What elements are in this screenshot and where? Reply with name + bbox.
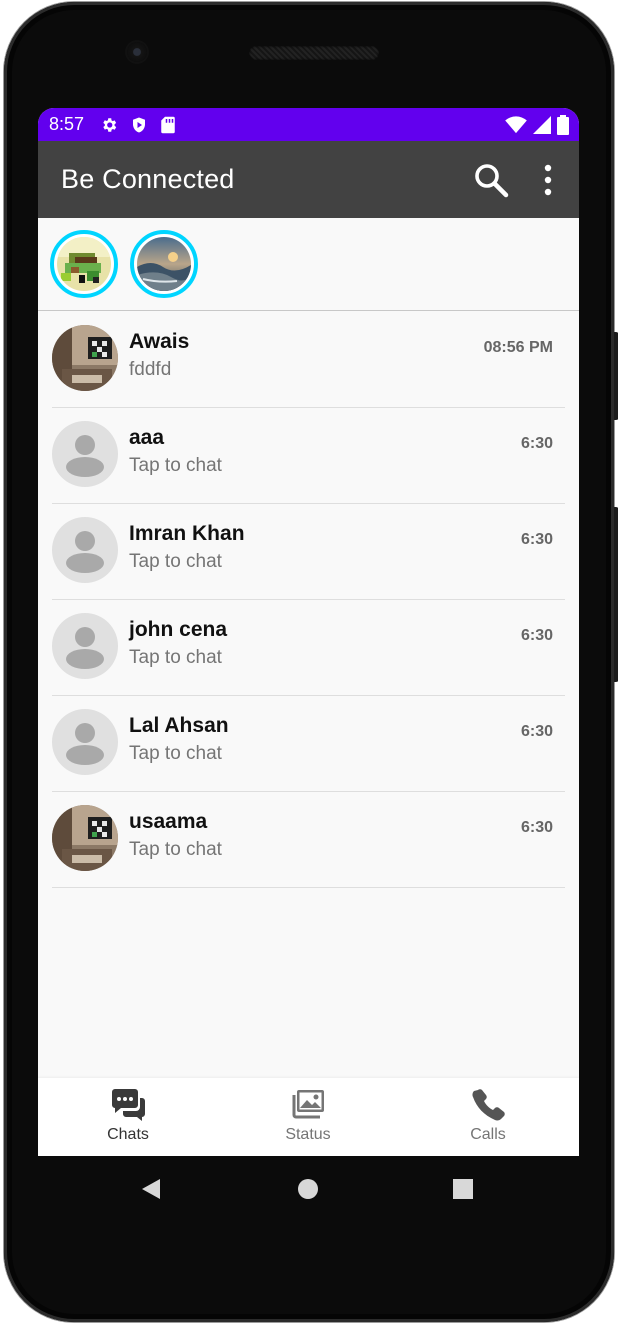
nav-item-calls[interactable]: Calls	[398, 1078, 578, 1156]
battery-icon	[557, 115, 569, 135]
default-avatar-icon	[52, 613, 118, 679]
front-camera	[127, 42, 147, 62]
nav-label-status: Status	[285, 1126, 331, 1143]
chat-time: 6:30	[520, 435, 553, 452]
volume-button	[614, 332, 618, 420]
recents-icon[interactable]	[453, 1179, 473, 1199]
status-bar: 8:57	[38, 108, 579, 141]
search-icon[interactable]	[472, 161, 510, 199]
photos-icon	[292, 1090, 324, 1119]
chat-last-message: Tap to chat	[129, 551, 222, 572]
chat-time: 6:30	[520, 723, 553, 740]
app-screen: 8:57 Be Connected Awais fddfd 08:56 PM a…	[38, 108, 579, 1156]
chat-last-message: Tap to chat	[129, 647, 222, 668]
chat-name: aaa	[129, 426, 165, 449]
chat-time: 08:56 PM	[483, 339, 553, 356]
chat-list-item[interactable]: Lal Ahsan Tap to chat 6:30	[52, 695, 565, 792]
chat-name: Awais	[129, 330, 190, 353]
chat-last-message: Tap to chat	[129, 743, 222, 764]
system-navigation-bar	[38, 1156, 579, 1220]
chat-name: Lal Ahsan	[129, 714, 229, 737]
nav-label-chats: Chats	[107, 1126, 149, 1143]
chat-name: Imran Khan	[129, 522, 245, 545]
chat-name: john cena	[129, 618, 228, 641]
chat-time: 6:30	[520, 627, 553, 644]
default-avatar-icon	[52, 709, 118, 775]
sd-card-icon	[161, 116, 175, 133]
gear-icon	[103, 117, 117, 132]
home-icon[interactable]	[297, 1178, 319, 1200]
nav-item-status[interactable]: Status	[218, 1078, 398, 1156]
app-toolbar: Be Connected	[38, 141, 579, 218]
story-item[interactable]	[130, 230, 198, 298]
chat-name: usaama	[129, 810, 208, 833]
nav-label-calls: Calls	[470, 1126, 506, 1143]
power-button	[614, 507, 618, 682]
status-stories-row	[38, 218, 579, 311]
more-vert-icon[interactable]	[538, 163, 558, 197]
chat-time: 6:30	[520, 819, 553, 836]
earpiece-speaker	[249, 46, 379, 60]
nav-item-chats[interactable]: Chats	[38, 1078, 218, 1156]
bottom-navigation: Chats Status Calls	[38, 1078, 579, 1156]
back-icon[interactable]	[140, 1177, 164, 1201]
phone-icon	[472, 1089, 505, 1121]
chat-list-item[interactable]: Imran Khan Tap to chat 6:30	[52, 503, 565, 600]
avatar	[52, 325, 118, 391]
chat-last-message: Tap to chat	[129, 839, 222, 860]
avatar	[52, 805, 118, 871]
default-avatar-icon	[52, 517, 118, 583]
chat-last-message: Tap to chat	[129, 455, 222, 476]
shield-icon	[133, 117, 146, 132]
pixel-art-story-thumbnail	[57, 237, 111, 291]
chat-last-message: fddfd	[129, 359, 172, 380]
chat-list-item[interactable]: usaama Tap to chat 6:30	[52, 791, 565, 888]
story-item[interactable]	[50, 230, 118, 298]
chat-time: 6:30	[520, 531, 553, 548]
wifi-icon	[505, 116, 527, 134]
default-avatar-icon	[52, 421, 118, 487]
landscape-story-thumbnail	[137, 237, 191, 291]
chat-list-item[interactable]: Awais fddfd 08:56 PM	[52, 311, 565, 408]
status-time: 8:57	[49, 114, 85, 134]
chat-bubbles-icon	[112, 1089, 145, 1121]
signal-icon	[533, 116, 551, 134]
chat-list-item[interactable]: john cena Tap to chat 6:30	[52, 599, 565, 696]
chat-list-item[interactable]: aaa Tap to chat 6:30	[52, 407, 565, 504]
app-title: Be Connected	[61, 164, 235, 194]
